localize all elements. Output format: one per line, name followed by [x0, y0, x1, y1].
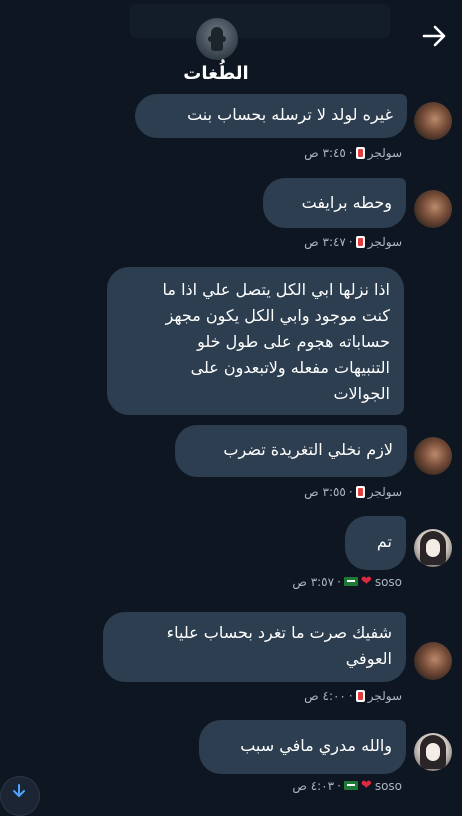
message-meta: سولجر · ٣:٥٥ ص	[304, 485, 402, 499]
message-time: ٣:٥٧ ص	[292, 574, 335, 589]
sender-name: سولجر	[367, 146, 402, 160]
chat-header: الطُغات	[0, 0, 462, 95]
message-meta: سولجر · ٤:٠٠ ص	[304, 689, 402, 703]
badge-icon	[355, 147, 365, 159]
avatar[interactable]	[414, 437, 452, 475]
message-bubble[interactable]: وحطه برايفت	[263, 178, 406, 228]
message-bubble[interactable]: اذا نزلها ابي الكل يتصل علي اذا ما كنت م…	[107, 267, 404, 415]
message-bubble[interactable]: تم	[345, 516, 406, 570]
badge-icon	[355, 486, 365, 498]
scroll-down-button[interactable]	[0, 776, 40, 816]
message-time: ٤:٠٣ ص	[292, 778, 335, 793]
avatar[interactable]	[414, 642, 452, 680]
sender-name: سولجر	[367, 235, 402, 249]
group-avatar[interactable]	[196, 18, 238, 60]
avatar[interactable]	[414, 102, 452, 140]
message-bubble[interactable]: غيره لولد لا ترسله بحساب بنت	[135, 94, 407, 138]
message-time: ٣:٤٧ ص	[304, 235, 346, 249]
group-title[interactable]: الطُغات	[0, 63, 432, 84]
badge-icon	[355, 236, 365, 248]
heart-icon: ❤	[360, 778, 372, 793]
heart-icon: ❤	[360, 574, 372, 589]
arrow-down-icon	[13, 784, 25, 797]
message-time: ٣:٤٥ ص	[304, 146, 346, 160]
message-bubble[interactable]: لازم نخلي التغريدة تضرب	[175, 425, 407, 477]
avatar[interactable]	[414, 529, 452, 567]
sender-name: سولجر	[367, 689, 402, 703]
message-meta: سولجر · ٣:٤٥ ص	[304, 146, 402, 160]
arrow-right-icon[interactable]	[420, 22, 448, 50]
avatar[interactable]	[414, 190, 452, 228]
sender-name: سولجر	[367, 485, 402, 499]
saudi-flag-icon	[343, 577, 358, 586]
saudi-flag-icon	[343, 781, 358, 790]
message-time: ٣:٥٥ ص	[304, 485, 346, 499]
message-meta: soso ❤ · ٤:٠٣ ص	[292, 778, 402, 793]
sender-name: soso	[374, 574, 402, 589]
message-time: ٤:٠٠ ص	[304, 689, 346, 703]
message-bubble[interactable]: شفيك صرت ما تغرد بحساب علياء العوفي	[103, 612, 406, 682]
avatar[interactable]	[414, 733, 452, 771]
sender-name: soso	[374, 778, 402, 793]
message-meta: soso ❤ · ٣:٥٧ ص	[292, 574, 402, 589]
message-meta: سولجر · ٣:٤٧ ص	[304, 235, 402, 249]
message-bubble[interactable]: والله مدري مافي سبب	[199, 720, 406, 774]
badge-icon	[355, 690, 365, 702]
